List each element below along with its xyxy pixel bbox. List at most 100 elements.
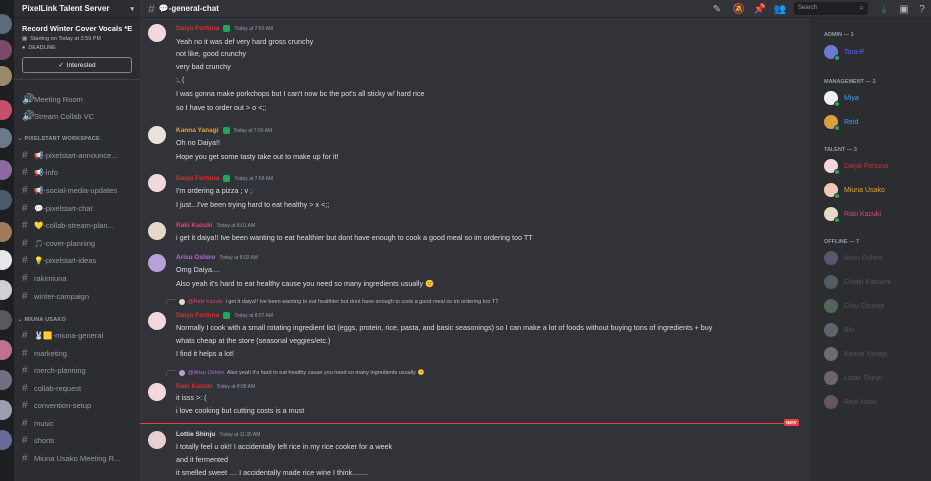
reply-preview[interactable]: @Arisu Oshiro Also yeah it's hard to eat…: [166, 370, 424, 376]
message-header: Raki Kazuki Today at 8:01 AM: [176, 222, 255, 229]
voice-channel[interactable]: 🔊 Stream Collab VC: [22, 108, 94, 124]
sidebar-channel[interactable]: # 📢-info: [22, 164, 58, 180]
threads-icon[interactable]: ✎: [711, 3, 723, 15]
avatar: [824, 115, 840, 131]
server-header[interactable]: PixelLink Talent Server ▾: [14, 0, 140, 18]
event-card[interactable]: Record Winter Cover Vocals *EX ▦ Startin…: [14, 18, 140, 80]
username[interactable]: Daiya Fortuna: [176, 25, 219, 32]
interested-button[interactable]: ✓ Interested: [22, 57, 132, 73]
sidebar-channel[interactable]: # 🎵-cover-planning: [22, 235, 95, 251]
server-icon[interactable]: [0, 128, 12, 148]
sidebar-channel[interactable]: # 📢-social-media-updates: [22, 182, 117, 198]
username[interactable]: Raki Kazuki: [176, 383, 213, 390]
category-miuna[interactable]: ⌄ MIUNA USAKO: [18, 317, 66, 323]
hash-icon: #: [22, 219, 28, 231]
avatar[interactable]: [148, 383, 166, 401]
member-item[interactable]: Raki Kazuki: [824, 205, 881, 223]
reply-hook: [166, 370, 176, 376]
member-item[interactable]: Rein Noou: [824, 393, 877, 411]
server-icon[interactable]: [0, 250, 12, 270]
avatar[interactable]: [148, 312, 166, 330]
sidebar-channel[interactable]: # 📢-pixelstart-announce...: [22, 147, 118, 163]
pin-icon[interactable]: 📌: [754, 3, 766, 15]
members-icon[interactable]: 👥: [774, 3, 786, 15]
member-item[interactable]: Kanna Yanagi: [824, 345, 887, 363]
sidebar-channel[interactable]: # music: [22, 415, 54, 431]
server-icon[interactable]: [0, 280, 12, 300]
download-icon[interactable]: ⤓: [878, 3, 890, 15]
sidebar-channel[interactable]: # 🐰🟨-miuna-general: [22, 327, 103, 343]
member-item[interactable]: Chiu Chompi: [824, 297, 884, 315]
hash-icon: #: [22, 202, 28, 214]
member-name: Blu: [844, 326, 855, 334]
member-item[interactable]: Miuna Usako: [824, 181, 885, 199]
server-icon[interactable]: [0, 66, 12, 86]
event-title: Record Winter Cover Vocals *EX: [22, 24, 132, 33]
avatar[interactable]: [148, 174, 166, 192]
username[interactable]: Lottie Shinju: [176, 431, 215, 438]
server-icon[interactable]: [0, 430, 12, 450]
username[interactable]: Kanna Yanagi: [176, 127, 219, 134]
username[interactable]: Daiya Fortuna: [176, 312, 219, 319]
sidebar-channel[interactable]: # merch-planning: [22, 362, 86, 378]
avatar[interactable]: [148, 431, 166, 449]
member-item[interactable]: Tora-P: [824, 43, 865, 61]
sidebar-channel[interactable]: # collab-request: [22, 380, 81, 396]
server-icon[interactable]: [0, 310, 12, 330]
timestamp: Today at 8:07 AM: [234, 312, 273, 319]
timestamp: Today at 7:58 AM: [234, 175, 273, 182]
avatar: [824, 251, 838, 265]
reply-preview[interactable]: @Raki Kazuki i get it daiya!! Ive been w…: [166, 299, 499, 305]
inbox-icon[interactable]: ▣: [898, 3, 910, 15]
sidebar-channel[interactable]: # shorts: [22, 432, 54, 448]
server-icon[interactable]: [0, 100, 12, 120]
bell-mute-icon[interactable]: 🔕: [733, 3, 745, 15]
channel-label: Miuna Usako Meeting R...: [34, 453, 121, 463]
avatar[interactable]: [148, 126, 166, 144]
member-item[interactable]: Daiya Fortuna: [824, 157, 888, 175]
server-icon[interactable]: [0, 160, 12, 180]
voice-channel[interactable]: 🔊 Meeting Room: [22, 91, 83, 107]
server-icon[interactable]: [0, 222, 12, 242]
sidebar-channel[interactable]: # rakimiuna: [22, 270, 67, 286]
avatar[interactable]: [148, 24, 166, 42]
sidebar-channel[interactable]: # marketing: [22, 345, 67, 361]
hash-icon: #: [148, 1, 155, 16]
server-icon[interactable]: [0, 40, 12, 60]
sidebar-channel[interactable]: # 💡-pixelstart-ideas: [22, 252, 96, 268]
sidebar-channel[interactable]: # winter-campaign: [22, 288, 89, 304]
category-pixelstart[interactable]: ⌄ PIXELSTART WORKSPACE: [18, 136, 100, 142]
username[interactable]: Arisu Oshiro: [176, 254, 215, 261]
channel-label: merch-planning: [34, 365, 86, 375]
member-item[interactable]: Chiaki Katsumi: [824, 273, 891, 291]
search-icon: ⌕: [859, 3, 864, 12]
member-item[interactable]: Lottie Shinju: [824, 369, 883, 387]
hash-icon: #: [22, 364, 28, 376]
message-line: it isss >: (: [176, 393, 207, 402]
channel-label: shorts: [34, 435, 55, 445]
username[interactable]: Daiya Fortuna: [176, 175, 219, 182]
channel-label: collab-request: [34, 383, 82, 393]
member-item[interactable]: Reid: [824, 113, 858, 131]
server-icon[interactable]: [0, 400, 12, 420]
member-name: Rein Noou: [844, 398, 878, 406]
help-icon[interactable]: ?: [916, 3, 928, 15]
avatar[interactable]: [148, 254, 166, 272]
username[interactable]: Raki Kazuki: [176, 222, 213, 229]
avatar[interactable]: [148, 222, 166, 240]
message-header: Raki Kazuki Today at 8:08 AM: [176, 383, 255, 390]
member-item[interactable]: Miya: [824, 89, 859, 107]
sidebar-channel[interactable]: # 💬-pixelstart-chat: [22, 200, 93, 216]
member-item[interactable]: Arisu Oshiro: [824, 249, 883, 267]
message-line: Hope you get some tasty take out to make…: [176, 152, 339, 161]
sidebar-channel[interactable]: # 💛-collab-stream-plan...: [22, 217, 114, 233]
server-icon[interactable]: [0, 14, 12, 34]
member-item[interactable]: Blu: [824, 321, 854, 339]
sidebar-channel[interactable]: # convention-setup: [22, 397, 91, 413]
message-line: Oh no Daiya!!: [176, 138, 220, 147]
sidebar-channel[interactable]: # Miuna Usako Meeting R...: [22, 450, 120, 466]
server-icon[interactable]: [0, 370, 12, 390]
server-icon[interactable]: [0, 190, 12, 210]
search-input[interactable]: Search ⌕: [794, 2, 868, 15]
server-icon[interactable]: [0, 340, 12, 360]
